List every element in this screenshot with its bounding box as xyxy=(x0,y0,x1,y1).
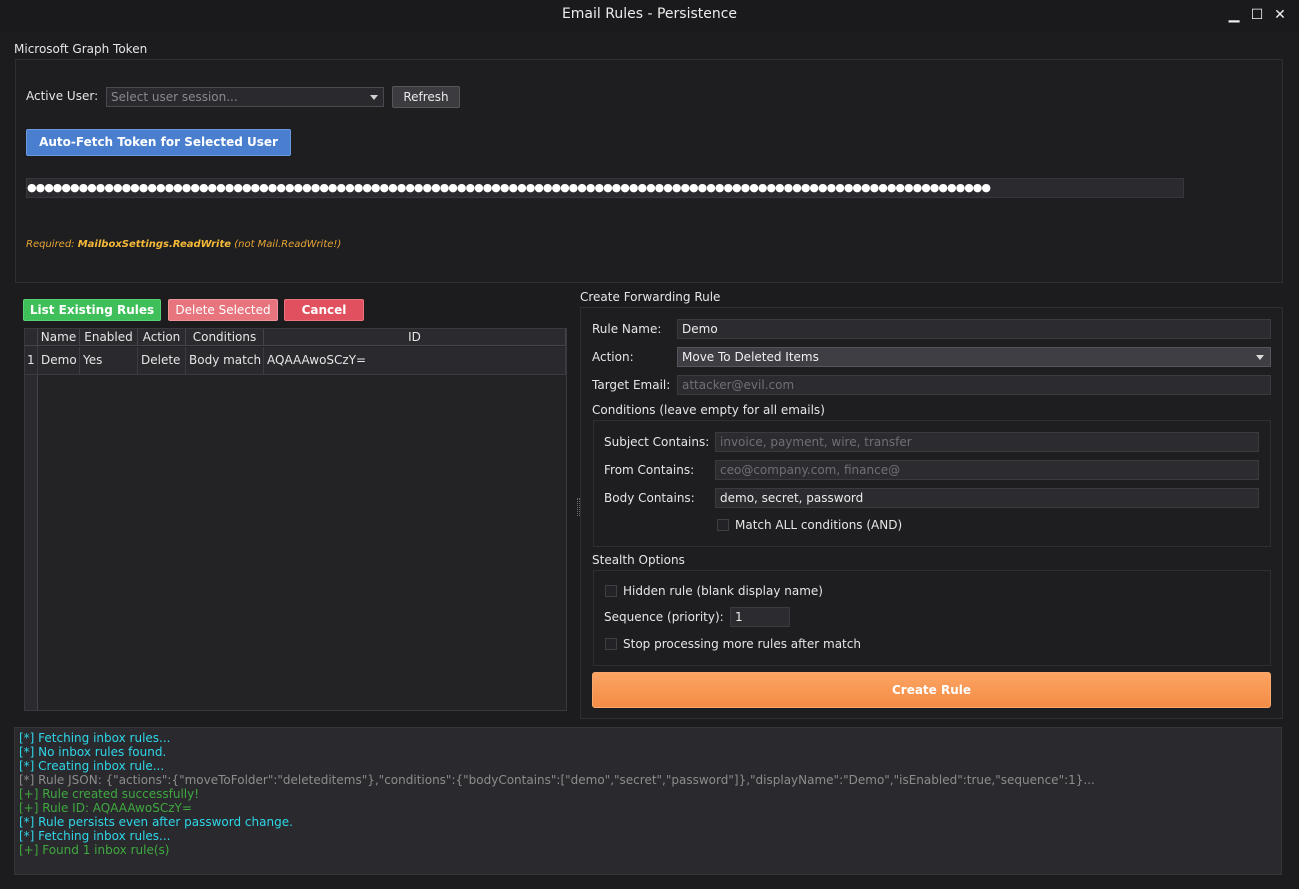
required-prefix: Required: xyxy=(26,239,78,250)
hidden-rule-checkbox[interactable] xyxy=(605,585,617,597)
column-header-name[interactable]: Name xyxy=(38,329,80,346)
user-session-select[interactable]: Select user session... xyxy=(106,87,384,107)
auto-fetch-token-button[interactable]: Auto-Fetch Token for Selected User xyxy=(26,129,291,156)
subject-contains-input[interactable]: invoice, payment, wire, transfer xyxy=(715,432,1259,452)
rule-name-input[interactable]: Demo xyxy=(677,319,1271,339)
minimize-icon[interactable]: ▁ xyxy=(1224,5,1244,25)
log-line: [*] Rule JSON: {"actions":{"moveToFolder… xyxy=(19,773,1095,787)
action-select-value: Move To Deleted Items xyxy=(682,350,819,364)
title-bar: Email Rules - Persistence ▁ ☐ ✕ xyxy=(0,0,1299,32)
table-corner xyxy=(25,329,38,346)
stop-processing-label[interactable]: Stop processing more rules after match xyxy=(623,637,861,651)
maximize-icon[interactable]: ☐ xyxy=(1247,5,1267,25)
list-existing-rules-button[interactable]: List Existing Rules xyxy=(23,299,161,321)
required-scope-note: Required: MailboxSettings.ReadWrite (not… xyxy=(26,239,341,250)
table-cell-name[interactable]: Demo xyxy=(38,347,80,375)
active-user-label: Active User: xyxy=(26,89,99,103)
log-line: [+] Rule ID: AQAAAwoSCzY= xyxy=(19,801,192,815)
stop-processing-checkbox[interactable] xyxy=(605,638,617,650)
log-line: [*] Creating inbox rule... xyxy=(19,759,165,773)
log-line: [*] Fetching inbox rules... xyxy=(19,829,171,843)
required-scope: MailboxSettings.ReadWrite xyxy=(77,239,232,250)
rule-name-label: Rule Name: xyxy=(592,322,662,336)
table-cell-conditions[interactable]: Body match xyxy=(186,347,264,375)
chevron-down-icon xyxy=(1256,355,1264,360)
column-header-action[interactable]: Action xyxy=(138,329,186,346)
from-contains-input[interactable]: ceo@company.com, finance@ xyxy=(715,460,1259,480)
log-line: [*] Rule persists even after password ch… xyxy=(19,815,293,829)
token-group-title: Microsoft Graph Token xyxy=(14,42,148,56)
log-line: [+] Rule created successfully! xyxy=(19,787,200,801)
close-icon[interactable]: ✕ xyxy=(1270,5,1290,25)
create-rule-group-title: Create Forwarding Rule xyxy=(580,290,721,304)
delete-selected-button[interactable]: Delete Selected xyxy=(168,299,278,321)
cancel-button[interactable]: Cancel xyxy=(284,299,364,321)
sequence-label: Sequence (priority): xyxy=(604,610,724,624)
table-cell-enabled[interactable]: Yes xyxy=(80,347,138,375)
row-number[interactable]: 1 xyxy=(25,347,38,375)
row-header-column xyxy=(25,346,38,710)
user-session-placeholder: Select user session... xyxy=(111,90,238,104)
sequence-spinbox[interactable]: 1 xyxy=(730,607,790,627)
log-line: [*] Fetching inbox rules... xyxy=(19,731,171,745)
body-contains-input[interactable]: demo, secret, password xyxy=(715,488,1259,508)
chevron-down-icon xyxy=(370,95,378,100)
window-title: Email Rules - Persistence xyxy=(561,6,738,22)
conditions-group-title: Conditions (leave empty for all emails) xyxy=(592,403,825,417)
log-line: [+] Found 1 inbox rule(s) xyxy=(19,843,170,857)
log-line: [*] No inbox rules found. xyxy=(19,745,167,759)
match-all-checkbox[interactable] xyxy=(717,519,729,531)
action-label: Action: xyxy=(592,350,634,364)
stealth-options-title: Stealth Options xyxy=(592,553,685,567)
target-email-input[interactable]: attacker@evil.com xyxy=(677,375,1271,395)
token-field[interactable]: ●●●●●●●●●●●●●●●●●●●●●●●●●●●●●●●●●●●●●●●●… xyxy=(26,178,1184,198)
target-email-label: Target Email: xyxy=(592,378,671,392)
action-select[interactable]: Move To Deleted Items xyxy=(677,347,1271,367)
subject-contains-label: Subject Contains: xyxy=(604,435,710,449)
required-suffix: (not Mail.ReadWrite!) xyxy=(231,239,342,250)
body-contains-label: Body Contains: xyxy=(604,491,695,505)
column-header-enabled[interactable]: Enabled xyxy=(80,329,138,346)
column-header-id[interactable]: ID xyxy=(264,329,566,346)
rules-table[interactable]: Name Enabled Action Conditions ID 1 Demo… xyxy=(24,328,567,711)
log-output[interactable]: [*] Fetching inbox rules... [*] No inbox… xyxy=(14,727,1282,875)
column-header-conditions[interactable]: Conditions xyxy=(186,329,264,346)
hidden-rule-label[interactable]: Hidden rule (blank display name) xyxy=(623,584,823,598)
table-cell-id[interactable]: AQAAAwoSCzY= xyxy=(264,347,566,375)
match-all-label[interactable]: Match ALL conditions (AND) xyxy=(735,518,902,532)
create-rule-button[interactable]: Create Rule xyxy=(592,672,1271,708)
from-contains-label: From Contains: xyxy=(604,463,695,477)
table-cell-action[interactable]: Delete xyxy=(138,347,186,375)
refresh-button[interactable]: Refresh xyxy=(392,86,460,108)
